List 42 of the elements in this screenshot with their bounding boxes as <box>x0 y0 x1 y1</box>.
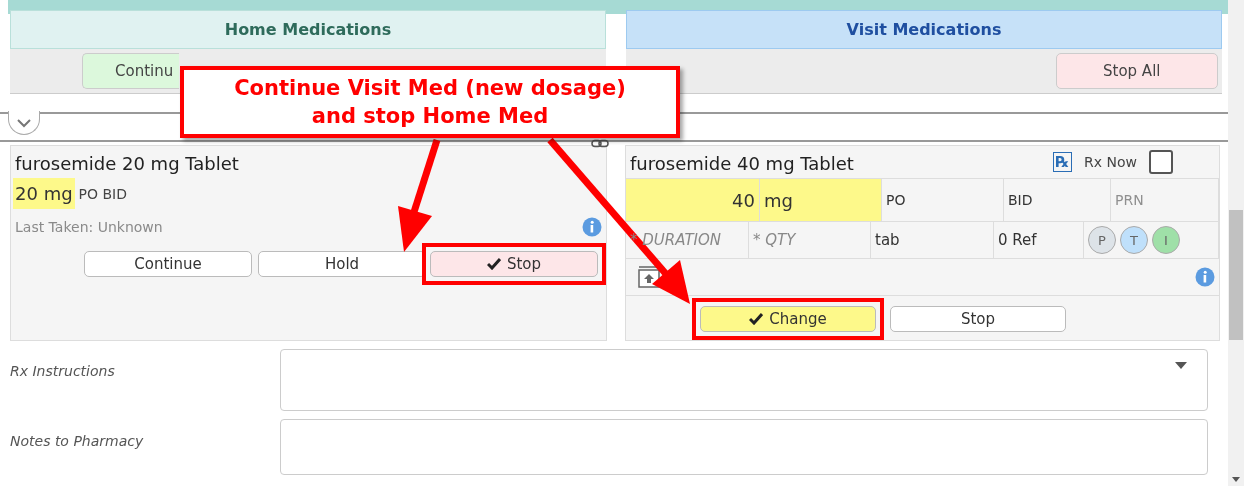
rx-icon[interactable]: ℞ <box>1052 152 1073 172</box>
scrollbar[interactable] <box>1228 0 1244 486</box>
medication-name: furosemide 40 mg Tablet <box>629 152 855 176</box>
scrollbar-thumb[interactable] <box>1229 210 1243 340</box>
info-icon[interactable] <box>582 217 602 237</box>
info-icon[interactable] <box>1195 267 1215 287</box>
rx-now-checkbox[interactable] <box>1149 150 1173 174</box>
badge-button[interactable]: P <box>1088 226 1116 254</box>
dose-field[interactable]: PO <box>882 179 1004 221</box>
medication-name: furosemide 20 mg Tablet <box>14 152 240 176</box>
field-label: Rx Instructions <box>10 362 116 381</box>
dose: 20 mg <box>13 178 75 209</box>
badge-button[interactable]: T <box>1120 226 1148 254</box>
text-field[interactable] <box>280 419 1208 475</box>
field-label: Notes to Pharmacy <box>10 432 145 451</box>
collapse-button[interactable] <box>8 111 40 135</box>
dose-field[interactable]: mg <box>760 179 882 221</box>
supply-field[interactable]: 0 Ref <box>994 222 1084 258</box>
last-taken: Last Taken: Unknown <box>15 219 163 235</box>
select-field[interactable] <box>280 349 1208 411</box>
continue-button[interactable]: Continu <box>82 53 179 89</box>
stop-button[interactable]: Stop <box>890 306 1066 332</box>
chevron-down-icon <box>16 117 32 128</box>
check-icon <box>749 313 764 325</box>
panel-header: Home Medications <box>10 10 606 49</box>
supply-field[interactable]: tab <box>871 222 994 258</box>
scroll-down-icon[interactable] <box>1232 477 1240 482</box>
continue-button[interactable]: Continue <box>84 251 252 277</box>
panel-header: Visit Medications <box>626 10 1222 49</box>
dose-field[interactable]: BID <box>1004 179 1111 221</box>
link-icon[interactable] <box>591 139 609 149</box>
route-frequency: PO BID <box>78 185 128 202</box>
dropdown-caret-icon <box>1175 362 1187 369</box>
upload-icon[interactable] <box>638 266 660 288</box>
stop-button[interactable]: Stop <box>430 251 598 277</box>
annotation-callout: Continue Visit Med (new dosage) and stop Home Med <box>180 66 680 138</box>
rx-now-label: Rx Now <box>1084 154 1137 170</box>
change-button[interactable]: Change <box>700 306 876 332</box>
dose-field[interactable]: 40 <box>626 179 760 221</box>
stop-all-button[interactable]: Stop All <box>1056 53 1218 89</box>
check-icon <box>486 258 501 270</box>
badge-button[interactable]: I <box>1152 226 1180 254</box>
